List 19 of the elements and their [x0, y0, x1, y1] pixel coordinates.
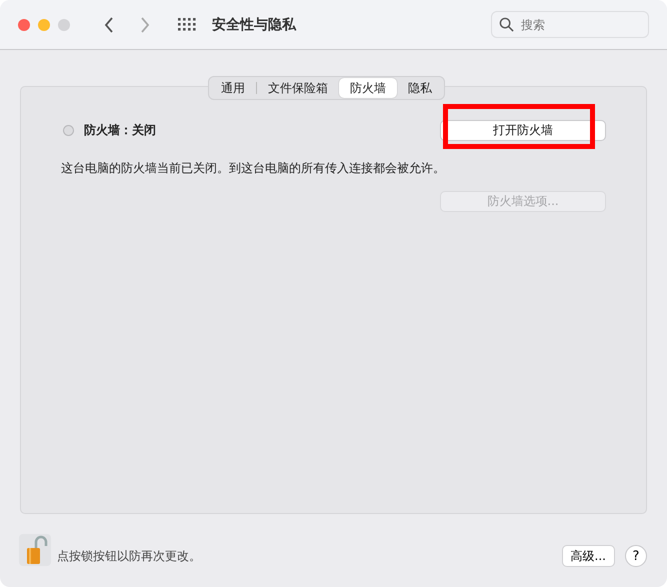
- turn-on-button[interactable]: 打开防火墙: [440, 120, 606, 141]
- lock-hint: 点按锁按钮以防再次更改。: [57, 548, 201, 564]
- forward-icon[interactable]: [140, 16, 150, 32]
- grid-icon[interactable]: [178, 18, 196, 32]
- back-icon[interactable]: [104, 16, 114, 32]
- firewall-status: 防火墙：关闭: [84, 122, 156, 138]
- tab[interactable]: 通用: [210, 78, 256, 98]
- window-title: 安全性与隐私: [212, 16, 296, 34]
- firewall-description: 这台电脑的防火墙当前已关闭。到这台电脑的所有传入连接都会被允许。: [61, 160, 446, 177]
- minimize-button[interactable]: [38, 18, 50, 30]
- search-field[interactable]: 搜索: [491, 11, 649, 38]
- advanced-button[interactable]: 高级...: [562, 545, 615, 567]
- tab[interactable]: 防火墙: [339, 78, 397, 98]
- tab[interactable]: 隐私: [397, 78, 443, 98]
- help-button[interactable]: ?: [625, 545, 647, 567]
- tab[interactable]: 文件保险箱: [257, 78, 339, 98]
- zoom-button[interactable]: [58, 18, 70, 30]
- close-button[interactable]: [18, 18, 30, 30]
- padlock-icon[interactable]: [19, 534, 51, 566]
